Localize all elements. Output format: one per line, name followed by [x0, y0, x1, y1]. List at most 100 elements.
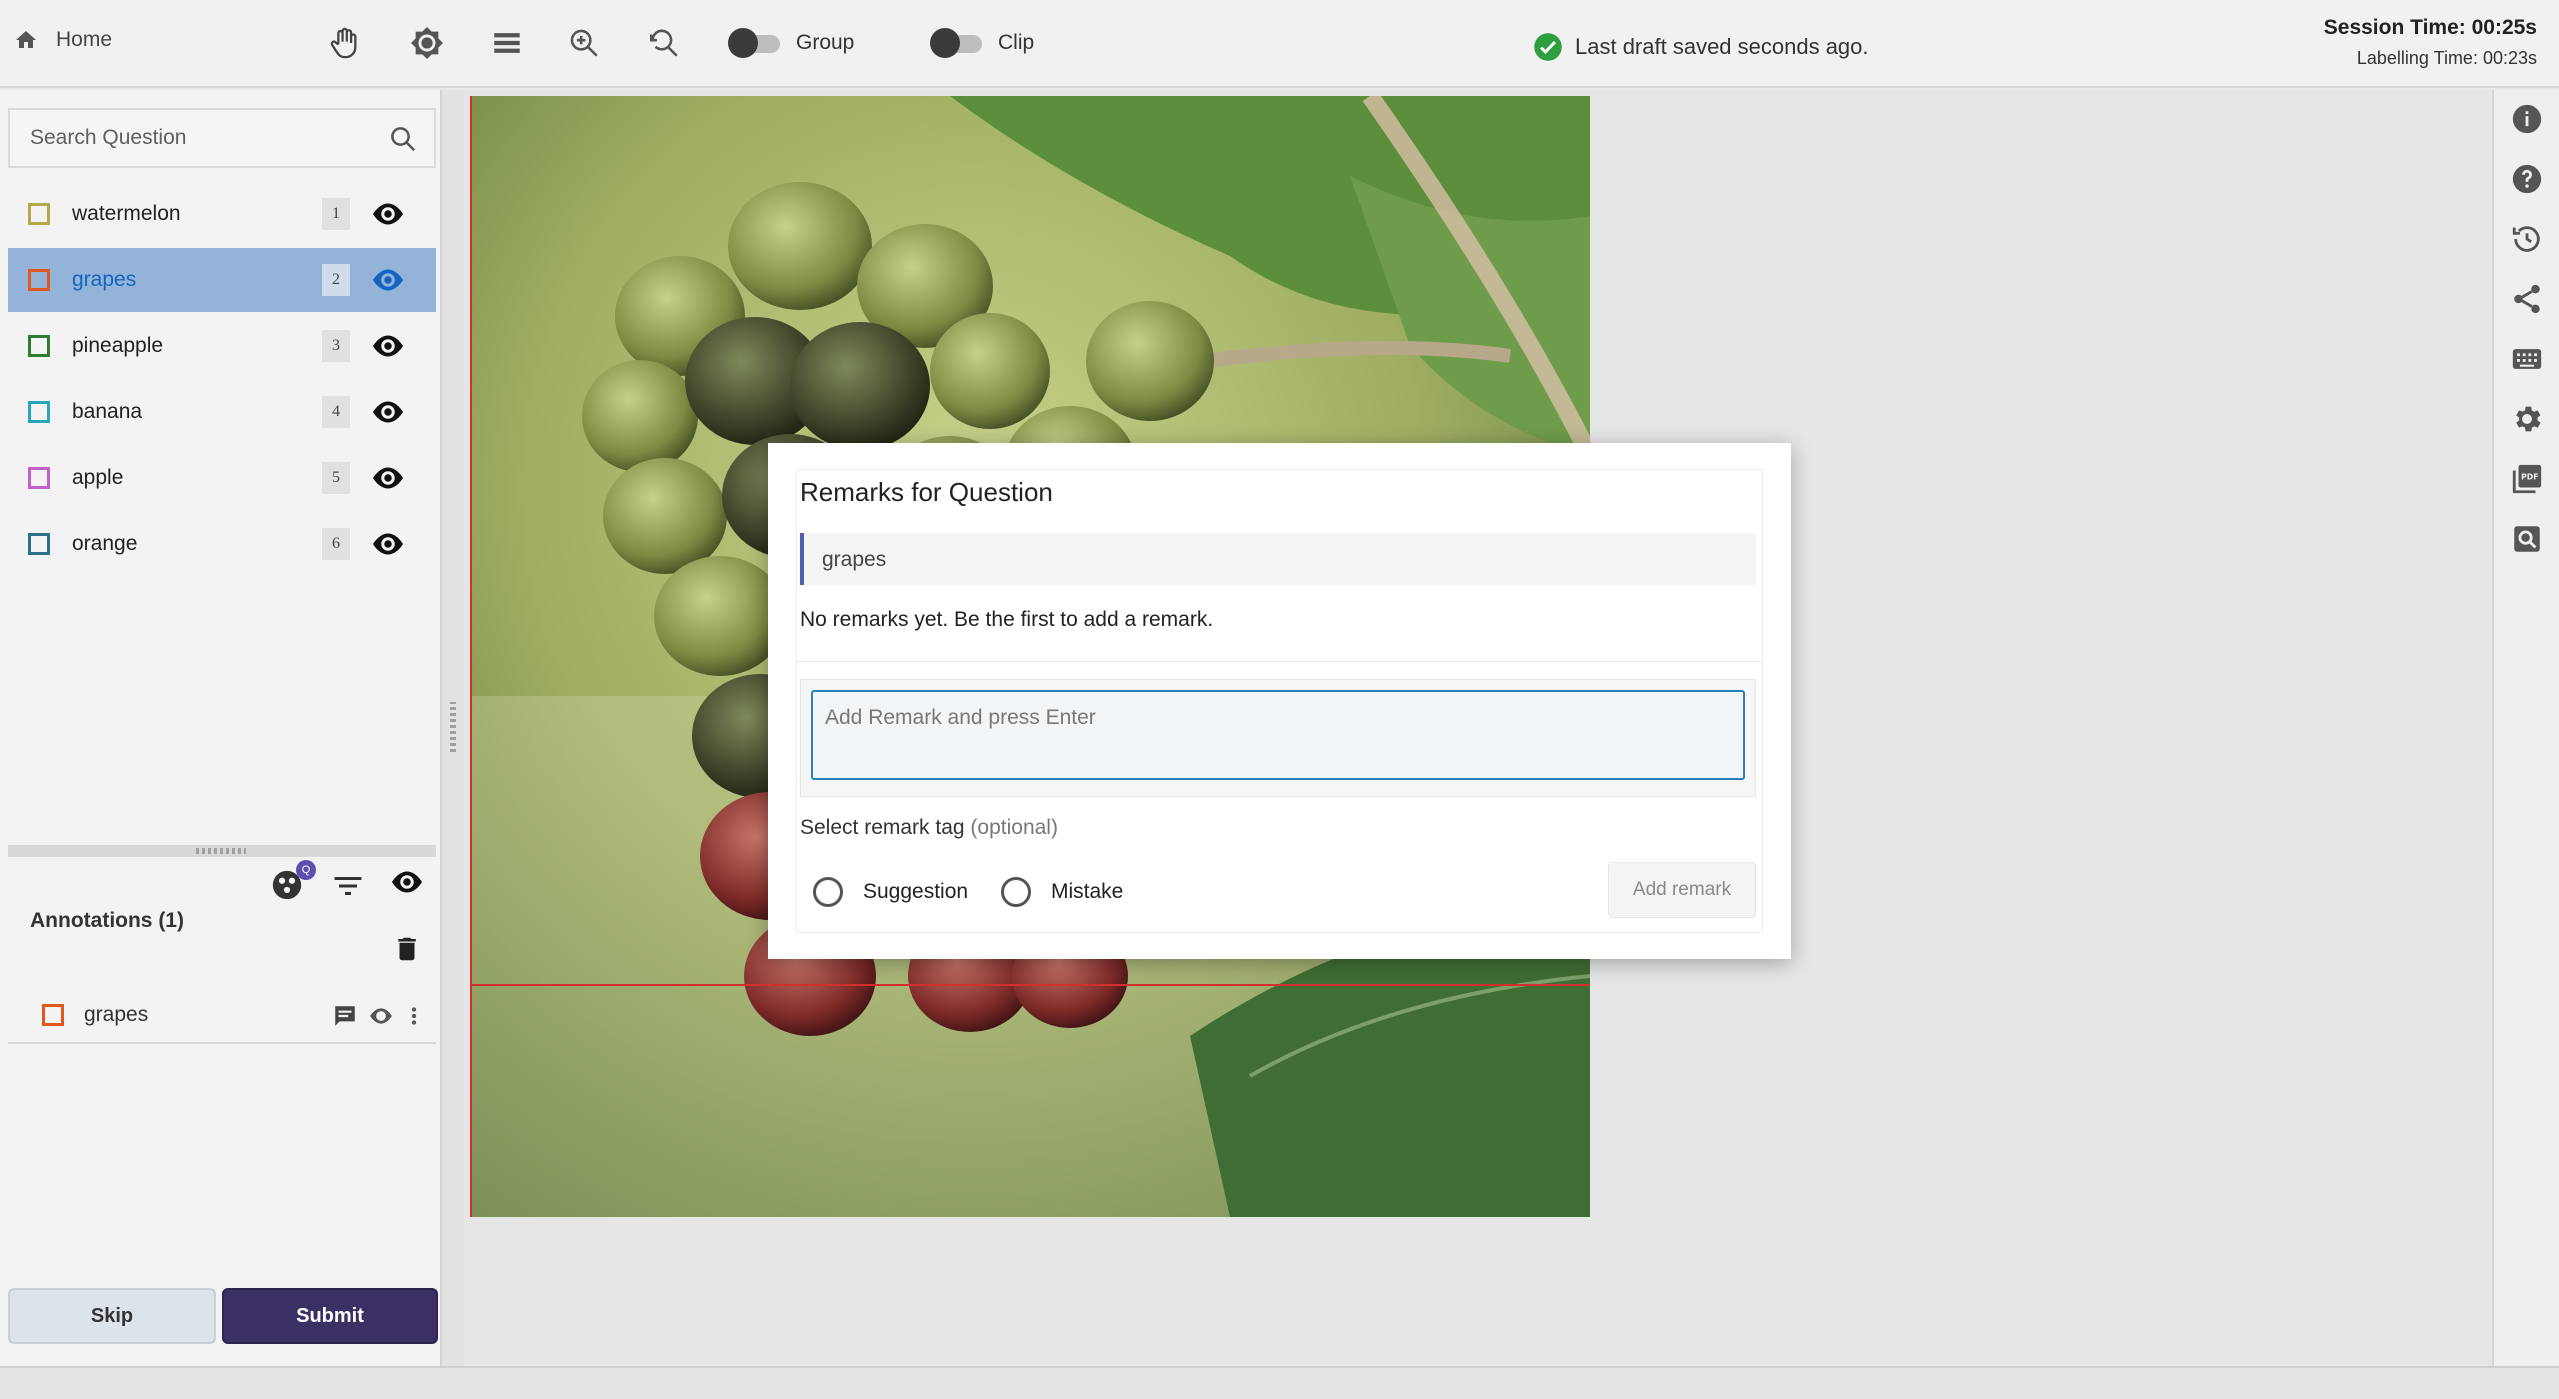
radio-label: Suggestion [863, 880, 969, 903]
group-label: Group [796, 31, 855, 54]
save-status-text: Last draft saved seconds ago. [1575, 34, 1869, 59]
brightness-icon [410, 26, 444, 60]
share-icon[interactable] [2510, 282, 2544, 316]
labelling-time: Labelling Time: 00:23s [2356, 48, 2537, 68]
eye-icon[interactable] [368, 1003, 394, 1029]
info-icon[interactable] [2510, 102, 2544, 136]
clip-switch[interactable] [930, 27, 986, 59]
question-color-box [28, 467, 50, 489]
eye-icon[interactable] [370, 526, 406, 562]
panel-resize-handle[interactable] [8, 845, 436, 857]
vertical-resize-handle[interactable] [442, 90, 464, 1366]
question-panel: watermelon 1 grapes 2 pineapple 3 banana… [0, 90, 442, 1366]
check-circle-icon [1534, 33, 1562, 61]
eye-icon[interactable] [370, 262, 406, 298]
hand-icon [330, 27, 357, 59]
keyboard-icon[interactable] [2510, 342, 2544, 376]
clip-label: Clip [998, 31, 1035, 54]
radio-circle[interactable] [813, 877, 843, 907]
question-hotkey: 2 [322, 264, 350, 296]
help-icon[interactable] [2510, 162, 2544, 196]
question-item-apple[interactable]: apple 5 [8, 446, 436, 510]
remark-input[interactable] [811, 690, 1745, 780]
add-remark-button[interactable]: Add remark [1608, 862, 1756, 918]
home-icon [16, 31, 36, 48]
question-quote: grapes [800, 533, 1756, 585]
more-vert-icon[interactable] [404, 1003, 424, 1029]
search-input[interactable] [30, 126, 370, 150]
submit-button[interactable]: Submit [222, 1288, 438, 1344]
quoted-question: grapes [822, 548, 887, 571]
image-search-icon[interactable] [2510, 522, 2544, 556]
question-item-watermelon[interactable]: watermelon 1 [8, 182, 436, 246]
question-label: watermelon [72, 202, 181, 225]
question-color-box [28, 269, 50, 291]
trash-icon[interactable] [392, 934, 422, 964]
eye-icon[interactable] [370, 196, 406, 232]
remark-tag-optional: (optional) [970, 816, 1058, 839]
timers: Session Time: 00:25s Labelling Time: 00:… [2324, 16, 2537, 69]
layers-icon [494, 33, 520, 53]
radio-mistake[interactable]: Mistake [1001, 877, 1123, 907]
hand-tool-button[interactable] [325, 24, 363, 62]
question-label: grapes [72, 268, 137, 291]
eye-icon[interactable] [370, 394, 406, 430]
group-switch[interactable] [728, 27, 784, 59]
zoom-reset-button[interactable] [645, 24, 683, 62]
remark-tag-label: Select remark tag (optional) [800, 816, 1058, 840]
question-label: apple [72, 466, 124, 489]
question-item-banana[interactable]: banana 4 [8, 380, 436, 444]
annotation-badge: Q [296, 860, 316, 880]
dialog-title: Remarks for Question [800, 477, 1053, 507]
remark-tag-text: Select remark tag [800, 816, 965, 839]
home-label: Home [56, 28, 113, 51]
pdf-icon[interactable]: PDF [2510, 462, 2544, 496]
clip-toggle[interactable]: Clip [930, 27, 1034, 59]
radio-suggestion[interactable]: Suggestion [813, 877, 968, 907]
no-remarks-message: No remarks yet. Be the first to add a re… [800, 608, 1214, 631]
annotation-label: grapes [84, 1003, 149, 1026]
group-toggle[interactable]: Group [728, 27, 854, 59]
question-color-box [28, 401, 50, 423]
dialog-divider [796, 661, 1762, 662]
question-item-orange[interactable]: orange 6 [8, 512, 436, 576]
history-icon[interactable] [2510, 222, 2544, 256]
home-link[interactable]: Home [14, 28, 112, 52]
comment-icon[interactable] [332, 1003, 358, 1029]
radio-circle[interactable] [1001, 877, 1031, 907]
eye-icon[interactable] [370, 460, 406, 496]
question-color-box [28, 335, 50, 357]
save-status: Last draft saved seconds ago. [1533, 32, 1869, 62]
status-bar [0, 1366, 2559, 1399]
question-color-box [28, 203, 50, 225]
question-label: pineapple [72, 334, 164, 357]
question-label: orange [72, 532, 138, 555]
layers-button[interactable] [488, 24, 526, 62]
remarks-dialog: Remarks for Question grapes No remarks y… [768, 443, 1791, 959]
annotation-color-box [42, 1004, 64, 1026]
zoom-reset-icon [649, 29, 678, 57]
eye-icon[interactable] [370, 328, 406, 364]
question-item-grapes[interactable]: grapes 2 [8, 248, 436, 312]
top-toolbar: Home Group Clip Last draft saved seconds… [0, 0, 2559, 88]
question-hotkey: 5 [322, 462, 350, 494]
question-hotkey: 1 [322, 198, 350, 230]
annotation-item-grapes[interactable]: grapes [8, 986, 436, 1044]
remark-input-wrapper [800, 679, 1756, 797]
zoom-in-icon [570, 29, 598, 57]
session-time: Session Time: 00:25s [2323, 16, 2537, 39]
question-label: banana [72, 400, 143, 423]
brightness-button[interactable] [408, 24, 446, 62]
search-box [8, 108, 436, 168]
question-item-pineapple[interactable]: pineapple 3 [8, 314, 436, 378]
zoom-in-button[interactable] [565, 24, 603, 62]
svg-text:PDF: PDF [2521, 473, 2538, 482]
question-hotkey: 4 [322, 396, 350, 428]
skip-button[interactable]: Skip [8, 1288, 216, 1344]
filter-icon[interactable] [330, 868, 366, 904]
question-color-box [28, 533, 50, 555]
search-icon[interactable] [388, 124, 418, 154]
settings-icon[interactable] [2510, 402, 2544, 436]
question-hotkey: 3 [322, 330, 350, 362]
eye-icon[interactable] [389, 864, 425, 900]
